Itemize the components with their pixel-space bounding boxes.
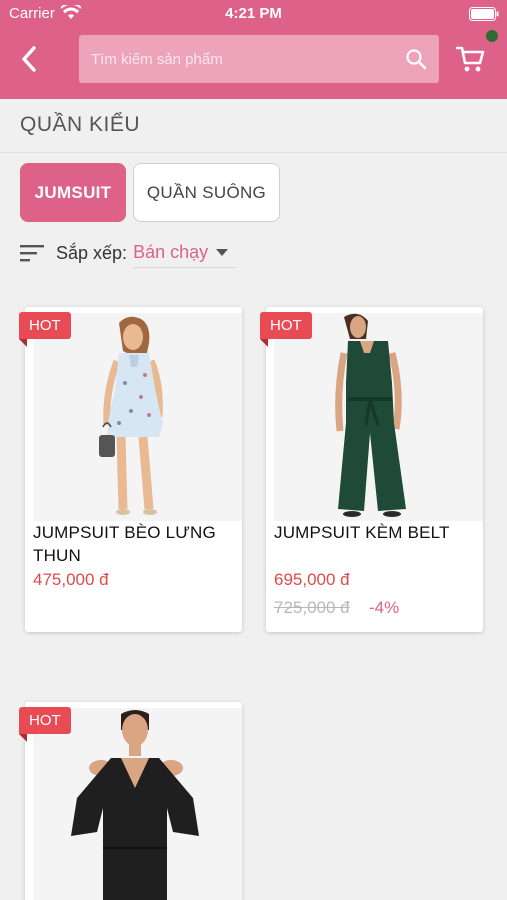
product-name: JUMPSUIT KÈM BELT — [274, 523, 450, 542]
hot-badge: HOT — [260, 312, 312, 339]
product-old-price: 725,000 đ — [274, 598, 350, 617]
product-price: 695,000 đ — [274, 570, 350, 589]
app-header: Carrier 4:21 PM — [0, 0, 507, 99]
dress-illustration — [33, 313, 242, 521]
sort-row: Sắp xếp: Bán chạy — [20, 236, 237, 270]
battery-icon — [469, 7, 499, 21]
back-button[interactable] — [14, 44, 44, 74]
hot-badge: HOT — [19, 312, 71, 339]
search-bar[interactable] — [79, 35, 439, 83]
hot-badge-tail — [260, 339, 268, 347]
product-image[interactable] — [33, 708, 242, 900]
hot-badge-tail — [19, 734, 27, 742]
category-title: QUẦN KIỂU — [20, 113, 141, 136]
search-input[interactable] — [91, 50, 405, 68]
product-price: 475,000 đ — [33, 570, 109, 589]
sort-icon[interactable] — [20, 243, 46, 263]
status-bar: Carrier 4:21 PM — [0, 0, 507, 28]
hot-badge: HOT — [19, 707, 71, 734]
cart-icon — [455, 46, 485, 72]
chevron-left-icon — [22, 46, 36, 72]
jumpsuit-illustration — [274, 313, 483, 521]
product-discount: -4% — [369, 598, 400, 617]
product-card[interactable]: JUMPSUIT BÈO LƯNG THUN 475,000 đ — [25, 307, 242, 632]
product-image[interactable] — [33, 313, 242, 521]
product-card[interactable]: JUMPSUIT KÈM BELT 695,000 đ 725,000 đ -4… — [266, 307, 483, 632]
sort-dropdown[interactable]: Bán chạy — [133, 242, 237, 268]
sort-value: Bán chạy — [133, 242, 209, 262]
category-bar: QUẦN KIỂU — [0, 99, 507, 153]
cart-button[interactable] — [455, 44, 486, 74]
product-name: JUMPSUIT BÈO LƯNG THUN — [33, 523, 216, 565]
product-image[interactable] — [274, 313, 483, 521]
sort-label: Sắp xếp: — [56, 242, 128, 263]
cart-notification-dot — [486, 30, 498, 42]
tab-jumsuit[interactable]: JUMSUIT — [20, 163, 126, 222]
search-icon[interactable] — [405, 48, 427, 70]
chevron-down-icon — [216, 248, 229, 256]
top-illustration — [33, 708, 242, 900]
hot-badge-tail — [19, 339, 27, 347]
status-time: 4:21 PM — [225, 5, 282, 22]
tab-quan-suong[interactable]: QUẦN SUÔNG — [133, 163, 280, 222]
